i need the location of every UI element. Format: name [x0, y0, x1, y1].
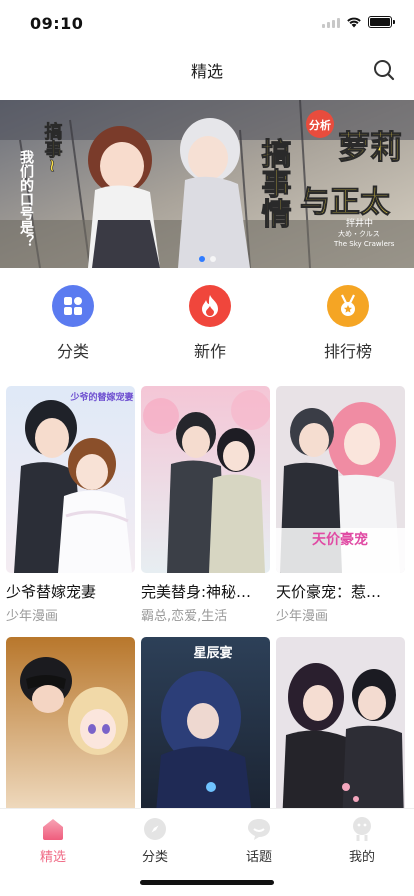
comic-cover: [276, 637, 405, 824]
medal-icon: [327, 285, 369, 327]
nav-bar: 精选: [0, 48, 414, 92]
comic-card[interactable]: 完美替身:神秘… 霸总,恋爱,生活: [141, 386, 270, 624]
comic-cover: 星辰宴: [141, 637, 270, 824]
cellular-signal-icon: [322, 17, 340, 28]
tab-label: 话题: [245, 850, 272, 865]
comic-card[interactable]: [276, 637, 405, 824]
tab-profile[interactable]: 我的: [322, 815, 402, 865]
svg-text:搞事~: 搞事~: [42, 121, 63, 173]
banner-credit-1: 拌井中: [346, 217, 373, 229]
home-indicator: [140, 880, 274, 885]
comic-title: 完美替身:神秘…: [141, 583, 252, 601]
comic-card[interactable]: 天价豪宠 天价豪宠：惹… 少年漫画: [276, 386, 405, 624]
quick-link-label: 分类: [56, 342, 89, 361]
cover-title: 少爷的替嫁宠妻: [69, 391, 133, 403]
search-button[interactable]: [368, 54, 400, 86]
banner-title-right-2: 与正太: [300, 185, 391, 220]
comic-card[interactable]: 少爷的替嫁宠妻 少爷替嫁宠妻 少年漫画: [6, 386, 135, 624]
page-title: 精选: [190, 62, 223, 81]
cover-title: 星辰宴: [193, 645, 232, 661]
tab-featured[interactable]: 精选: [13, 815, 93, 865]
battery-icon: [368, 16, 395, 28]
home-icon: [13, 815, 93, 843]
comic-cover: 少爷的替嫁宠妻: [6, 386, 135, 573]
carousel-dots: [0, 256, 414, 262]
quick-link-category[interactable]: 分类: [23, 285, 123, 362]
quick-link-label: 排行榜: [323, 342, 372, 361]
tab-label: 分类: [141, 850, 168, 865]
carousel-dot[interactable]: [209, 256, 216, 262]
banner-badge: 分析: [309, 118, 331, 132]
comic-card[interactable]: 星辰宴: [141, 637, 270, 824]
comic-tags: 少年漫画: [276, 609, 329, 624]
cover-title: 天价豪宠: [312, 531, 368, 548]
flame-icon: [189, 285, 231, 327]
banner-credit-2: 大め・クルス: [338, 229, 380, 238]
quick-link-new[interactable]: 新作: [160, 285, 260, 362]
comic-cover: [6, 637, 135, 824]
banner-title-right-1: 萝莉: [338, 128, 402, 166]
comic-title: 少爷替嫁宠妻: [6, 583, 97, 601]
quick-link-label: 新作: [193, 342, 226, 361]
comic-tags: 少年漫画: [6, 609, 59, 624]
svg-text:我们的口号是？: 我们的口号是？: [18, 150, 34, 248]
status-bar: 09:10: [0, 0, 414, 48]
comic-tags: 霸总,恋爱,生活: [141, 609, 228, 624]
banner-title-left: 搞事情: [256, 138, 292, 228]
grid-icon: [52, 285, 94, 327]
compass-icon: [115, 815, 195, 843]
quick-link-ranking[interactable]: 排行榜: [298, 285, 398, 362]
tab-label: 精选: [39, 850, 66, 865]
quick-links: 分类 新作 排行榜: [0, 285, 414, 365]
comic-cover: [141, 386, 270, 573]
tab-label: 我的: [348, 850, 375, 865]
status-icons: [322, 16, 395, 28]
tab-category[interactable]: 分类: [115, 815, 195, 865]
comic-card[interactable]: [6, 637, 135, 824]
profile-icon: [322, 815, 402, 843]
chat-icon: [219, 815, 299, 843]
status-time: 09:10: [30, 14, 84, 33]
search-icon: [374, 60, 395, 81]
wifi-icon: [347, 17, 361, 28]
tab-topics[interactable]: 话题: [219, 815, 299, 865]
comic-title: 天价豪宠：惹…: [276, 583, 382, 601]
comic-cover: 天价豪宠: [276, 386, 405, 573]
banner-carousel[interactable]: 我们的口号是？ 搞事~ 搞事情 分析 萝莉 与正太 拌井中 大め・クルス The…: [0, 100, 414, 268]
banner-credit-3: The Sky Crawlers: [333, 240, 395, 248]
carousel-dot[interactable]: [198, 256, 205, 262]
banner-image: 我们的口号是？ 搞事~ 搞事情 分析 萝莉 与正太 拌井中 大め・クルス The…: [0, 100, 414, 268]
